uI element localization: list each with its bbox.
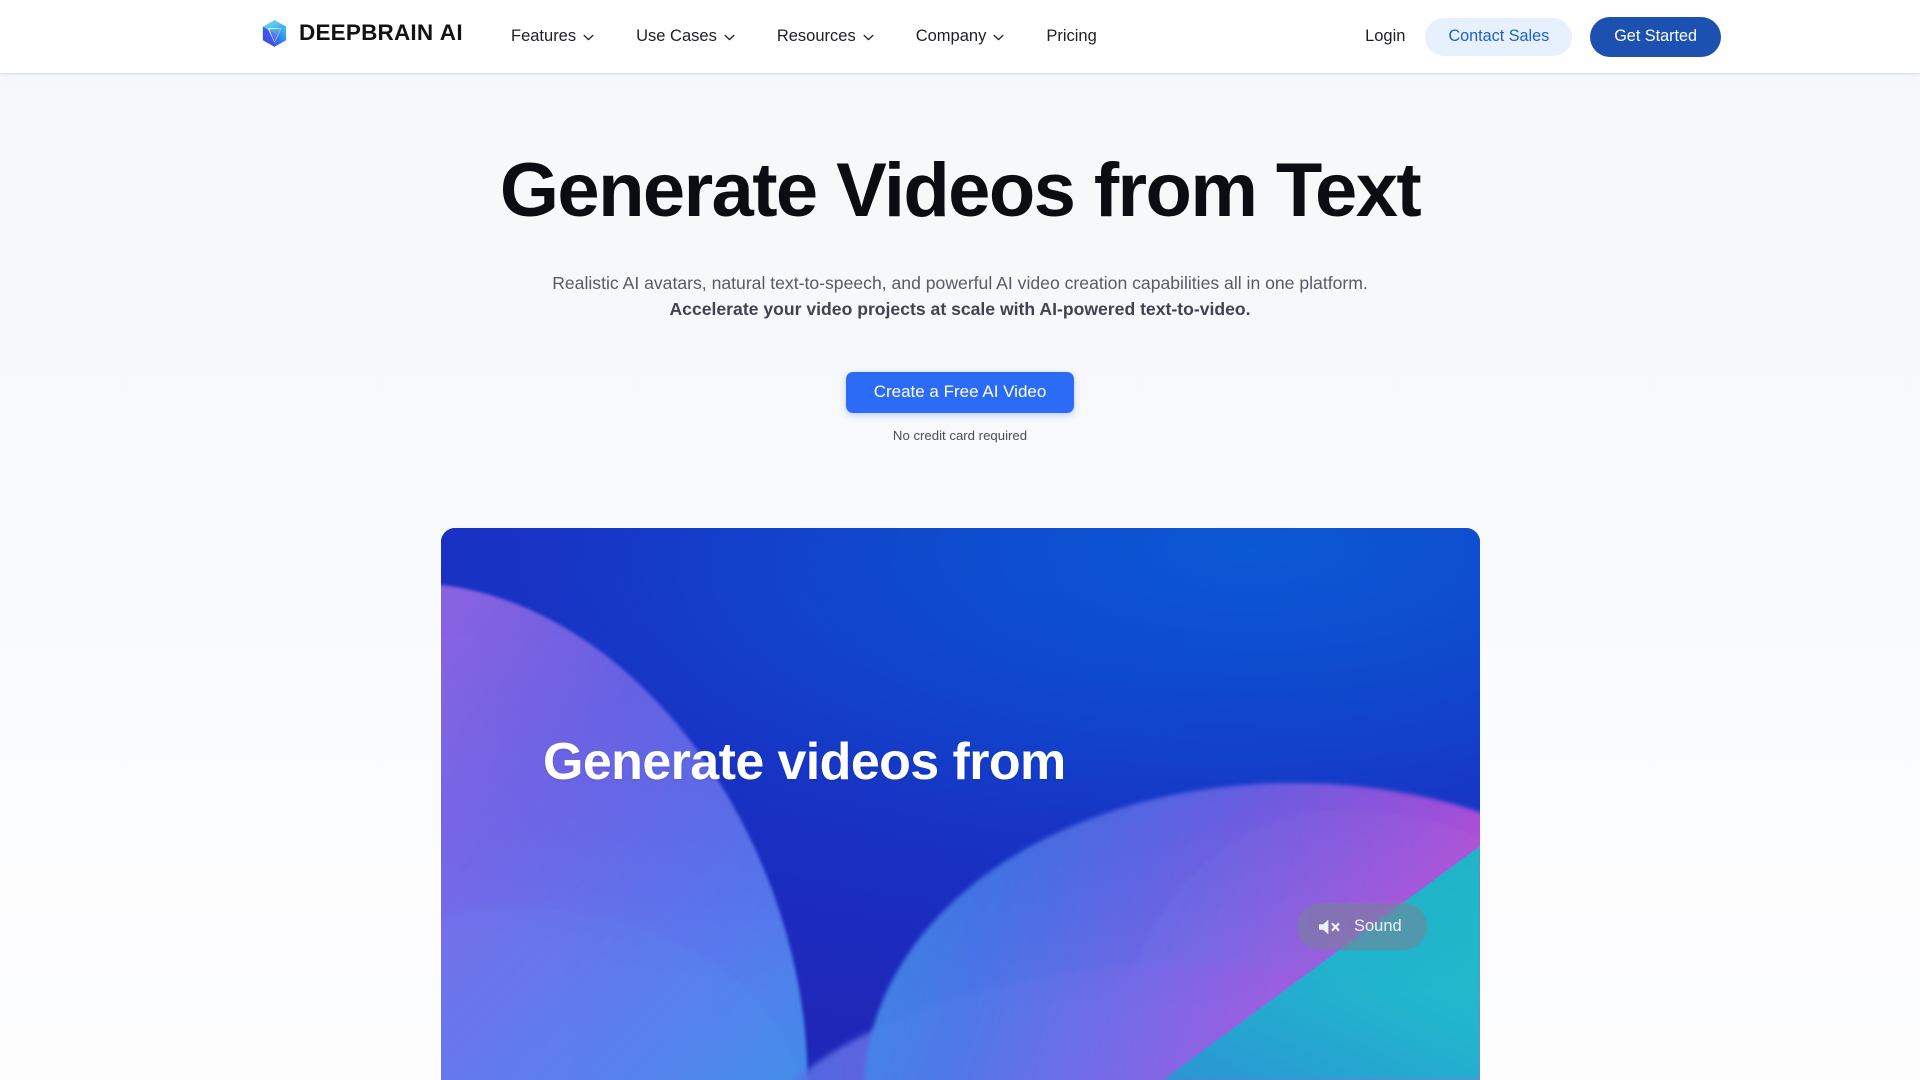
sound-label: Sound	[1354, 917, 1402, 935]
login-link[interactable]: Login	[1345, 27, 1425, 46]
sound-toggle-button[interactable]: Sound	[1297, 903, 1427, 950]
cube-hexagon-logo-icon	[259, 18, 290, 49]
nav-item-features[interactable]: Features	[505, 0, 615, 73]
nav-label: Pricing	[1046, 27, 1097, 45]
get-started-button[interactable]: Get Started	[1590, 16, 1721, 57]
nav-item-company[interactable]: Company	[895, 0, 1026, 73]
site-header: DEEPBRAIN AI Features Use Cases Resource…	[0, 0, 1920, 73]
hero-video-player[interactable]: Generate videos from Sound	[441, 528, 1480, 1080]
nav-item-pricing[interactable]: Pricing	[1025, 0, 1117, 73]
brand-suffix: AI	[439, 20, 464, 46]
hero-subtitle-line1: Realistic AI avatars, natural text-to-sp…	[552, 272, 1368, 293]
chevron-down-icon	[583, 32, 594, 41]
chevron-down-icon	[863, 32, 874, 41]
brand-name: DEEPBRAIN AI	[299, 20, 464, 46]
hero-subtitle-line2: Accelerate your video projects at scale …	[669, 298, 1251, 319]
page-title: Generate Videos from Text	[499, 148, 1422, 233]
nav-item-resources[interactable]: Resources	[756, 0, 895, 73]
create-free-ai-video-button[interactable]: Create a Free AI Video	[845, 371, 1075, 413]
nav-item-use-cases[interactable]: Use Cases	[615, 0, 756, 73]
brand-logo[interactable]: DEEPBRAIN AI	[259, 18, 463, 49]
contact-sales-button[interactable]: Contact Sales	[1425, 17, 1573, 56]
chevron-down-icon	[993, 32, 1004, 41]
header-actions: Login Contact Sales Get Started	[1345, 0, 1721, 73]
nav-label: Company	[915, 27, 987, 45]
nav-label: Features	[511, 27, 577, 45]
landing-page: DEEPBRAIN AI Features Use Cases Resource…	[0, 0, 1920, 1080]
main-nav: Features Use Cases Resources Company Pri…	[505, 0, 1118, 73]
video-headline: Generate videos from	[543, 733, 1066, 791]
nav-label: Resources	[776, 27, 856, 45]
cta-note: No credit card required	[892, 427, 1028, 443]
hero-section: Generate Videos from Text Realistic AI a…	[0, 73, 1920, 443]
hero-subtitle: Realistic AI avatars, natural text-to-sp…	[0, 270, 1920, 322]
speaker-muted-icon	[1317, 917, 1344, 937]
chevron-down-icon	[724, 32, 735, 41]
hero-cta-group: Create a Free AI Video No credit card re…	[0, 371, 1920, 443]
nav-label: Use Cases	[636, 27, 717, 45]
